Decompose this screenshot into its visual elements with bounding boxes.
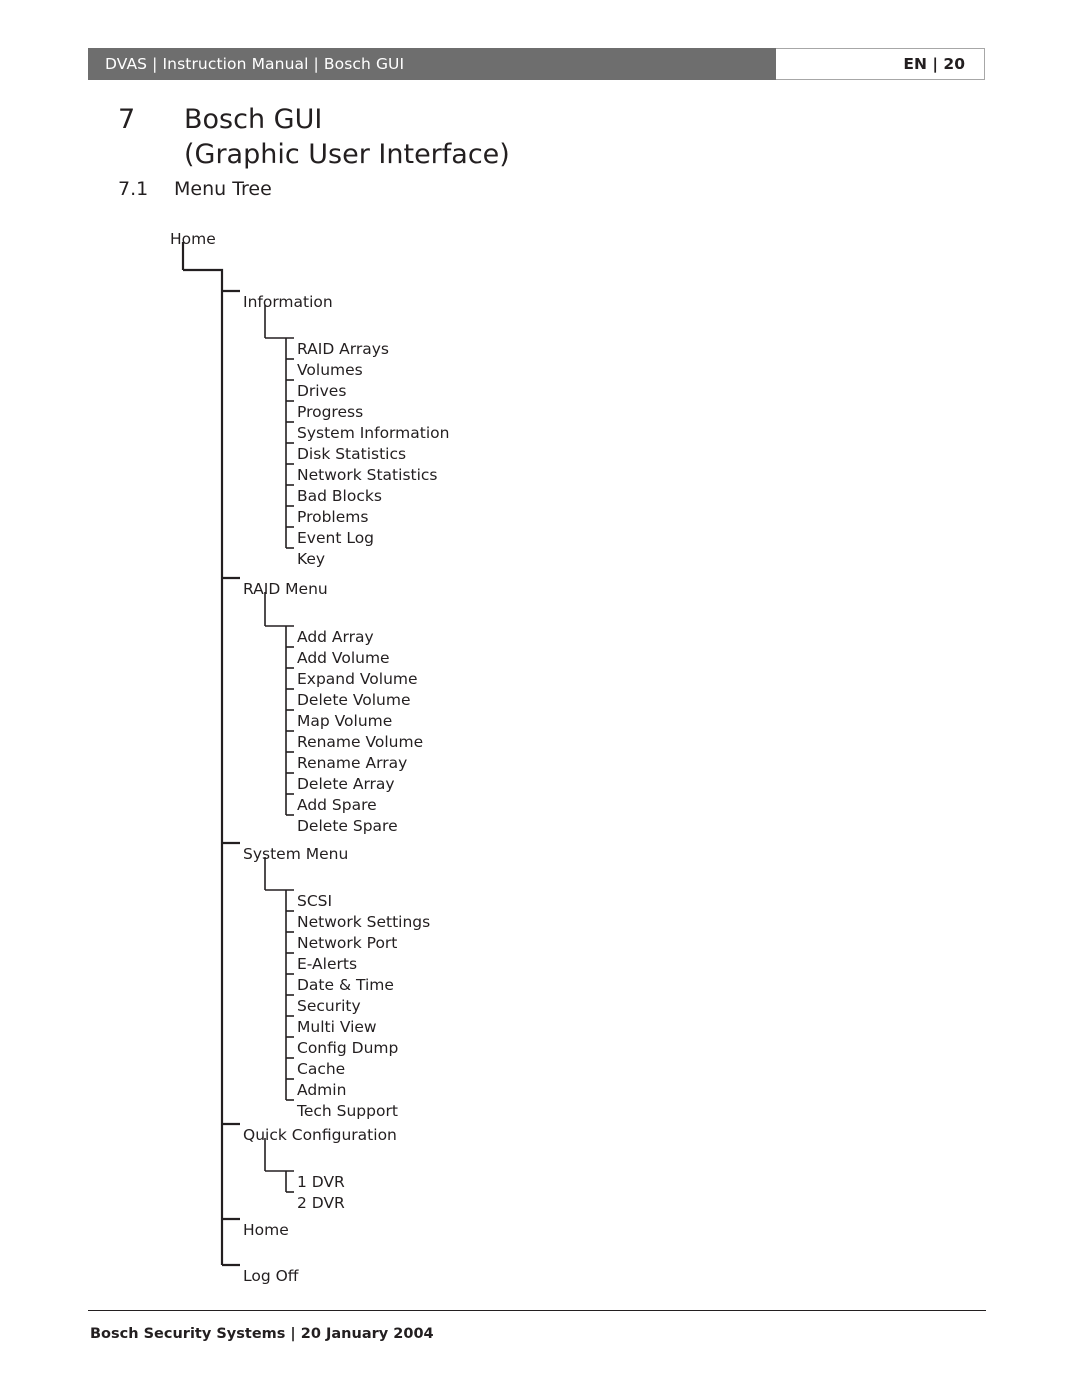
tree-node: RAID Arrays: [297, 340, 390, 358]
tree-node: Key: [297, 550, 326, 568]
tree-node: Date & Time: [297, 976, 394, 994]
tree-node: Rename Array: [297, 754, 408, 772]
section-heading: 7.1 Menu Tree: [118, 178, 272, 200]
tree-node: Bad Blocks: [297, 487, 382, 505]
tree-node: Disk Statistics: [297, 445, 407, 463]
tree-node: Log Off: [243, 1267, 299, 1285]
footer-divider: [88, 1310, 986, 1311]
section-title: Menu Tree: [174, 178, 272, 200]
tree-node: System Menu: [243, 845, 349, 863]
tree-node: Admin: [297, 1081, 347, 1099]
page-title: Bosch GUI: [184, 104, 323, 135]
page-header: DVAS | Instruction Manual | Bosch GUI EN…: [88, 48, 985, 80]
header-breadcrumb-bar: DVAS | Instruction Manual | Bosch GUI: [88, 48, 776, 80]
tree-node: Event Log: [297, 529, 375, 547]
tree-node: Network Settings: [297, 913, 431, 931]
chapter-heading: 7 Bosch GUI (Graphic User Interface): [118, 104, 978, 170]
chapter-subtitle: (Graphic User Interface): [184, 139, 510, 170]
tree-node: Cache: [297, 1060, 346, 1078]
tree-node: Multi View: [297, 1018, 377, 1036]
menu-tree-diagram: Home Information RAID Arrays Volumes Drives P…: [0, 0, 1080, 1397]
tree-node: Rename Volume: [297, 733, 424, 751]
tree-node: SCSI: [297, 892, 333, 910]
tree-node: Network Statistics: [297, 466, 438, 484]
breadcrumb: DVAS | Instruction Manual | Bosch GUI: [105, 55, 405, 73]
tree-node: Add Array: [297, 628, 374, 646]
tree-node: E-Alerts: [297, 955, 358, 973]
tree-node: 1 DVR: [297, 1173, 345, 1191]
tree-node: RAID Menu: [243, 580, 328, 598]
tree-node: System Information: [297, 424, 450, 442]
tree-node: Network Port: [297, 934, 398, 952]
footer-text: Bosch Security Systems | 20 January 2004: [90, 1326, 434, 1342]
tree-node: Map Volume: [297, 712, 393, 730]
tree-connector-lines: [181, 242, 294, 1267]
tree-node: Add Spare: [297, 796, 377, 814]
tree-node: Delete Volume: [297, 691, 411, 709]
tree-node: Config Dump: [297, 1039, 399, 1057]
tree-node: Delete Spare: [297, 817, 398, 835]
tree-node: Volumes: [297, 361, 363, 379]
tree-node: 2 DVR: [297, 1194, 345, 1212]
tree-node: Quick Configuration: [243, 1126, 397, 1144]
tree-node: Delete Array: [297, 775, 395, 793]
chapter-number: 7: [118, 104, 136, 135]
tree-node: Home: [170, 230, 216, 248]
page-number: EN | 20: [903, 55, 965, 73]
header-page-number-box: EN | 20: [776, 48, 985, 80]
tree-node: Expand Volume: [297, 670, 418, 688]
tree-node: Security: [297, 997, 361, 1015]
tree-node: Progress: [297, 403, 364, 421]
tree-node: Tech Support: [297, 1102, 398, 1120]
tree-node: Add Volume: [297, 649, 390, 667]
tree-node: Drives: [297, 382, 347, 400]
tree-node: Home: [243, 1221, 289, 1239]
tree-node: Problems: [297, 508, 369, 526]
section-number: 7.1: [118, 178, 149, 200]
tree-node: Information: [243, 293, 333, 311]
